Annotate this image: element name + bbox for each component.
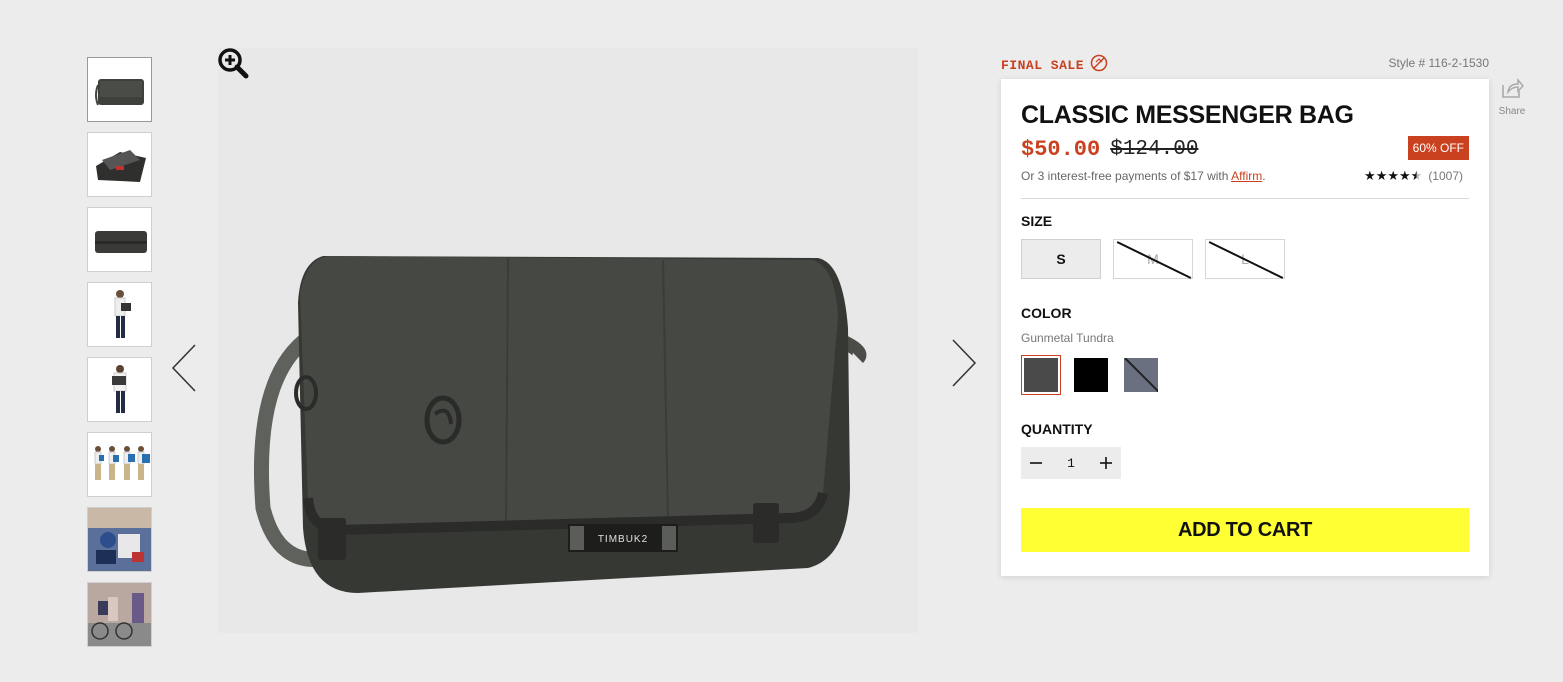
thumbnail-lifestyle-street[interactable] <box>87 507 152 572</box>
price-row: $50.00 $124.00 60% OFF <box>1021 136 1469 162</box>
chevron-left-icon[interactable] <box>170 343 200 393</box>
payment-row: Or 3 interest-free payments of $17 with … <box>1021 168 1469 199</box>
installment-copy: Or 3 interest-free payments of $17 with <box>1021 169 1229 183</box>
final-sale-badge: FINAL SALE <box>1001 54 1108 76</box>
quantity-value[interactable]: 1 <box>1051 456 1091 471</box>
share-button[interactable]: Share <box>1497 77 1527 117</box>
star-icon: ★ <box>1387 168 1399 183</box>
size-label: SIZE <box>1021 213 1053 229</box>
quantity-stepper: 1 <box>1021 447 1121 479</box>
sale-price: $50.00 <box>1021 136 1101 162</box>
thumbnail-bag-front[interactable] <box>87 57 152 122</box>
size-option-s[interactable]: S <box>1021 239 1101 279</box>
quantity-label: QUANTITY <box>1021 421 1093 437</box>
zoom-in-icon[interactable] <box>216 46 250 80</box>
discount-badge: 60% OFF <box>1407 136 1469 160</box>
swatch-black[interactable] <box>1071 355 1111 395</box>
thumbnail-size-comparison[interactable] <box>87 432 152 497</box>
review-count: (1007) <box>1428 169 1463 183</box>
star-icon: ★ <box>1399 168 1411 183</box>
style-number: Style # 116-2-1530 <box>1388 56 1489 70</box>
original-price: $124.00 <box>1110 137 1199 161</box>
star-icon: ★ <box>1410 168 1423 183</box>
rating-stars: ★★★★★ <box>1364 168 1422 184</box>
thumbnail-list <box>87 57 152 657</box>
product-title: CLASSIC MESSENGER BAG <box>1021 101 1354 129</box>
affirm-link[interactable]: Affirm <box>1231 169 1262 183</box>
star-icon: ★ <box>1364 168 1376 183</box>
share-label: Share <box>1498 106 1526 117</box>
size-option-l[interactable]: L <box>1205 239 1285 279</box>
star-icon: ★ <box>1375 168 1388 183</box>
size-options: S M L <box>1021 239 1469 279</box>
chevron-right-icon[interactable] <box>948 338 978 388</box>
size-option-m[interactable]: M <box>1113 239 1193 279</box>
main-product-image[interactable]: TIMBUK2 <box>218 48 918 633</box>
final-sale-icon <box>1090 54 1108 76</box>
thumbnail-model-back[interactable] <box>87 357 152 422</box>
installment-suffix: . <box>1262 169 1266 183</box>
swatch-slate[interactable] <box>1121 355 1161 395</box>
add-to-cart-button[interactable]: ADD TO CART <box>1021 508 1469 552</box>
share-icon <box>1502 77 1525 98</box>
thumbnail-model-side[interactable] <box>87 282 152 347</box>
color-swatches <box>1021 355 1469 395</box>
rating[interactable]: ★★★★★ (1007) <box>1364 168 1469 184</box>
thumbnail-lifestyle-bike[interactable] <box>87 582 152 647</box>
plus-icon[interactable] <box>1091 447 1121 479</box>
swatch-gunmetal-tundra[interactable] <box>1021 355 1061 395</box>
installment-text: Or 3 interest-free payments of $17 with … <box>1021 169 1266 183</box>
thumbnail-bag-open[interactable] <box>87 132 152 197</box>
final-sale-label: FINAL SALE <box>1001 57 1085 73</box>
minus-icon[interactable] <box>1021 447 1051 479</box>
color-label: COLOR <box>1021 305 1072 321</box>
thumbnail-bag-back[interactable] <box>87 207 152 272</box>
selected-color-name: Gunmetal Tundra <box>1021 331 1114 345</box>
bag-brand-label: TIMBUK2 <box>598 534 648 545</box>
product-panel: CLASSIC MESSENGER BAG $50.00 $124.00 60%… <box>1001 79 1489 576</box>
